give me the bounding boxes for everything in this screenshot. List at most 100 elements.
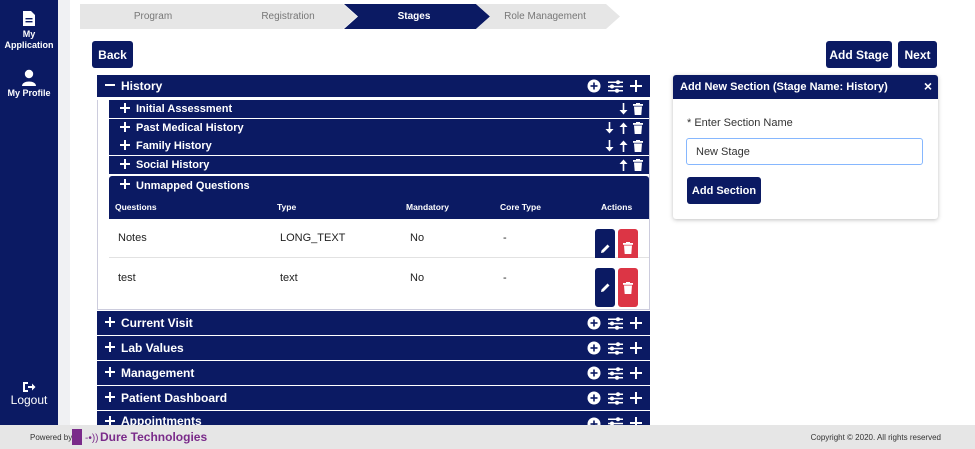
expand-icon[interactable] [105,316,115,330]
edit-button[interactable] [595,268,615,307]
trash-icon [623,242,633,254]
section-row-social-history[interactable]: Social History [109,156,649,174]
trash-icon[interactable] [633,159,643,171]
expand-icon[interactable] [120,158,130,172]
trash-icon[interactable] [633,103,643,115]
expand-icon[interactable] [120,102,130,116]
stage-row-history[interactable]: History [97,75,650,97]
expand-icon[interactable] [105,341,115,355]
section-name-label: * Enter Section Name [687,117,793,129]
expand-icon[interactable] [105,366,115,380]
type-cell: text [280,271,298,284]
arrow-down-icon[interactable] [605,122,614,134]
arrow-up-icon[interactable] [619,159,628,171]
add-circle-icon[interactable] [587,316,601,330]
add-section-icon[interactable] [630,367,642,379]
core-type-cell: - [503,232,507,244]
expand-icon[interactable] [120,179,130,192]
sidebar-item-my-profile[interactable]: My Profile [0,69,58,99]
step-label: Stages [397,11,431,22]
stage-name: Management [121,366,195,380]
type-cell: LONG_TEXT [280,232,346,244]
expand-icon[interactable] [120,139,130,153]
stage-name: Current Visit [121,316,193,330]
settings-sliders-icon[interactable] [608,417,623,425]
trash-icon[interactable] [633,122,643,134]
arrow-up-icon[interactable] [619,140,628,152]
trash-icon[interactable] [633,140,643,152]
add-circle-icon[interactable] [587,391,601,405]
add-circle-icon[interactable] [587,79,601,93]
pencil-icon [600,244,609,253]
trash-icon [623,281,633,294]
step-stages[interactable]: Stages [344,4,490,29]
stage-name: Lab Values [121,341,184,355]
add-section-card: Add New Section (Stage Name: History) × … [673,75,938,219]
stage-row-management[interactable]: Management [97,361,650,385]
add-section-icon[interactable] [630,417,642,425]
pencil-icon [600,283,609,292]
step-program[interactable]: Program [80,4,226,29]
copyright-text: Copyright © 2020. All rights reserved [810,433,941,442]
collapse-icon[interactable] [105,79,115,93]
stage-row-appointments[interactable]: Appointments [97,411,650,425]
settings-sliders-icon[interactable] [608,316,623,330]
column-header: Core Type [500,202,541,212]
card-header: Add New Section (Stage Name: History) × [673,75,938,99]
mandatory-cell: No [410,271,425,284]
arrow-down-icon[interactable] [619,103,628,115]
delete-button[interactable] [618,268,638,307]
unmapped-questions-header[interactable]: Unmapped Questions [109,176,649,195]
sidebar: My Application My Profile Logout [0,0,58,425]
close-icon[interactable]: × [924,78,932,94]
section-row-family-history[interactable]: Family History [109,137,649,155]
sidebar-item-label: Application [4,40,54,50]
section-name: Family History [136,140,212,152]
add-section-icon[interactable] [630,80,642,92]
add-stage-button[interactable]: Add Stage [826,41,892,68]
questions-table-header: Questions Type Mandatory Core Type Actio… [109,195,649,219]
stage-row-patient-dashboard[interactable]: Patient Dashboard [97,386,650,410]
logo-signal-icon: -•)) [85,433,99,444]
settings-sliders-icon[interactable] [608,79,623,93]
settings-sliders-icon[interactable] [608,341,623,355]
add-section-icon[interactable] [630,392,642,404]
add-circle-icon[interactable] [587,341,601,355]
stage-row-lab-values[interactable]: Lab Values [97,336,650,360]
column-header: Type [277,202,297,212]
brand-logo: -•)) Dure Technologies [72,429,207,445]
mandatory-cell: No [410,232,425,244]
settings-sliders-icon[interactable] [608,366,623,380]
arrow-up-icon[interactable] [619,122,628,134]
step-role-management[interactable]: Role Management [476,4,620,29]
expand-icon[interactable] [105,391,115,405]
expand-icon[interactable] [105,415,115,425]
add-section-icon[interactable] [630,317,642,329]
logo-mark [72,429,82,445]
table-row: test text No - [109,258,649,307]
next-button[interactable]: Next [898,41,937,68]
logout-label: Logout [10,393,48,407]
arrow-down-icon[interactable] [605,140,614,152]
logout-button[interactable]: Logout [0,381,58,406]
column-header: Mandatory [406,202,449,212]
logout-icon [23,382,36,392]
add-circle-icon[interactable] [587,417,601,425]
section-row-initial-assessment[interactable]: Initial Assessment [109,100,649,118]
sidebar-item-my-application[interactable]: My Application [0,10,58,51]
back-button[interactable]: Back [92,41,133,68]
section-row-past-medical-history[interactable]: Past Medical History [109,119,649,137]
settings-sliders-icon[interactable] [608,391,623,405]
step-label: Role Management [504,11,586,22]
question-cell: Notes [118,232,147,244]
step-registration[interactable]: Registration [211,4,357,29]
stage-row-current-visit[interactable]: Current Visit [97,311,650,335]
brand-name: Dure Technologies [100,430,208,444]
card-title: Add New Section (Stage Name: History) [680,81,888,93]
powered-by-text: Powered by [30,433,73,442]
section-name-input[interactable] [686,138,923,165]
expand-icon[interactable] [120,121,130,135]
add-section-button[interactable]: Add Section [687,177,761,204]
add-circle-icon[interactable] [587,366,601,380]
add-section-icon[interactable] [630,342,642,354]
